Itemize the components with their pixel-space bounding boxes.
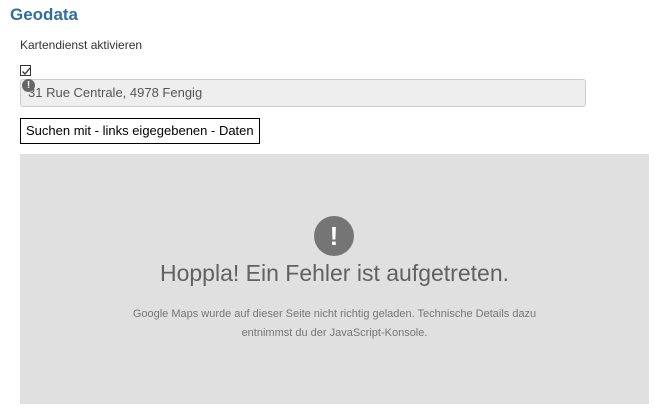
error-title: Hoppla! Ein Fehler ist aufgetreten.: [159, 260, 510, 286]
search-button[interactable]: Suchen mit - links eigegebenen - Daten: [20, 118, 260, 144]
map-service-label: Kartendienst aktivieren: [20, 38, 143, 52]
error-message-line-2: entnimmst du der JavaScript-Konsole.: [241, 327, 428, 339]
error-icon: !: [314, 216, 354, 256]
error-message: Google Maps wurde auf dieser Seite nicht…: [20, 305, 649, 343]
address-input[interactable]: 31 Rue Centrale, 4978 Fengig: [20, 79, 586, 107]
map-service-checkbox[interactable]: [20, 65, 31, 76]
section-title: Geodata: [10, 5, 79, 24]
map-container: ! Hoppla! Ein Fehler ist aufgetreten. Go…: [20, 154, 649, 404]
error-message-line-1: Google Maps wurde auf dieser Seite nicht…: [132, 308, 537, 320]
checkmark-icon: [22, 67, 31, 75]
warning-icon: !: [22, 79, 35, 92]
